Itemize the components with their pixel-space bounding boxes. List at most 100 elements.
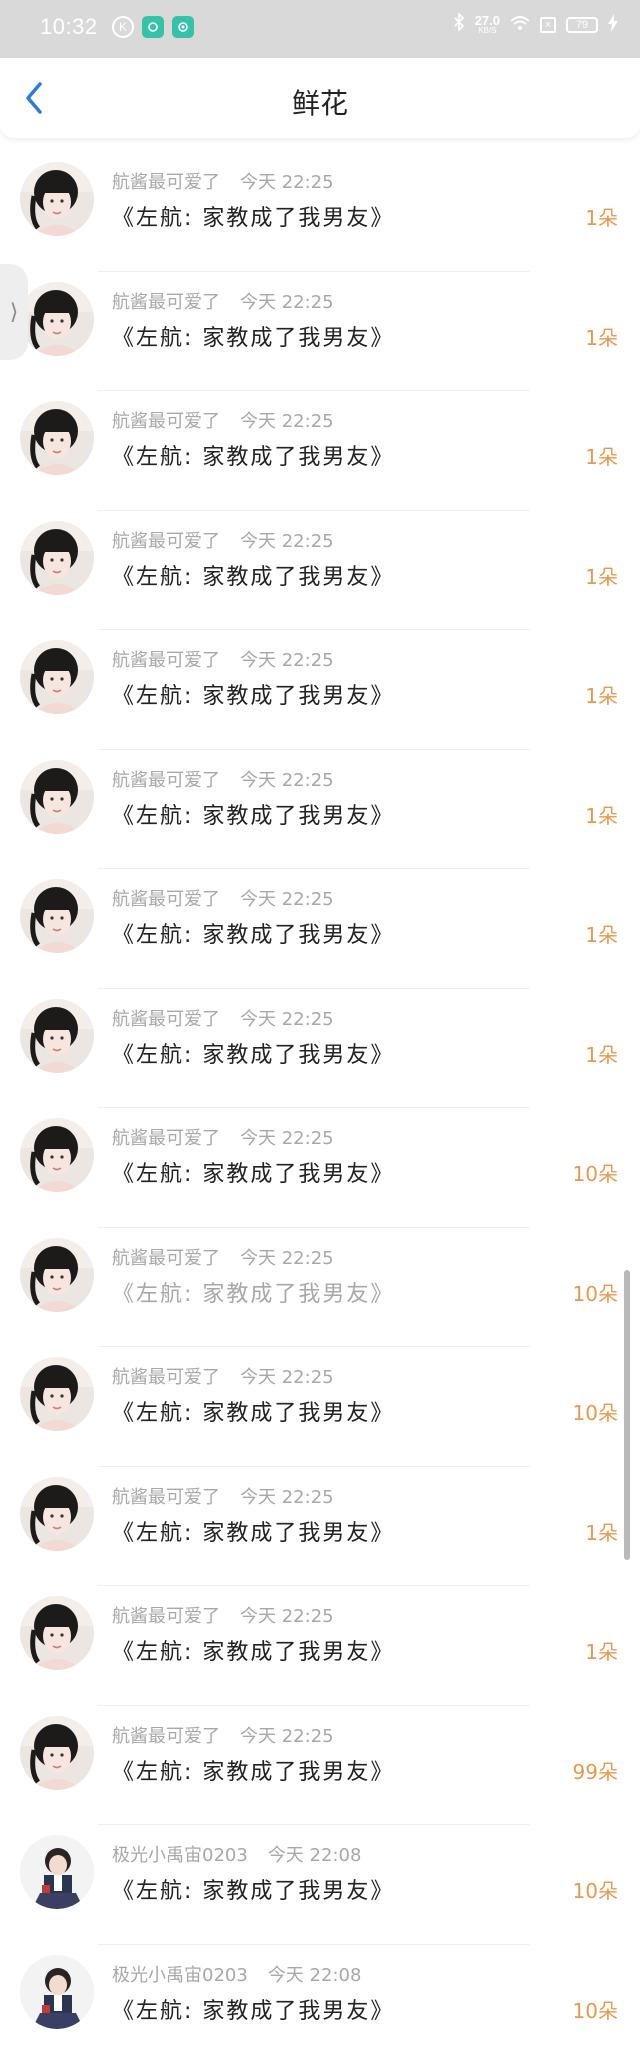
sender-name[interactable]: 航酱最可爱了 <box>112 885 220 911</box>
page-title: 鲜花 <box>0 82 640 122</box>
flower-count: 1朵 <box>585 441 618 470</box>
sender-name[interactable]: 极光小禹宙0203 <box>112 1841 248 1867</box>
timestamp: 今天 22:25 <box>240 1124 334 1150</box>
list-item[interactable]: 极光小禹宙0203今天 22:08《左航: 家教成了我男友》10朵 <box>0 1945 640 2064</box>
avatar[interactable] <box>20 1716 94 1790</box>
timestamp: 今天 22:25 <box>240 1363 334 1389</box>
flower-count: 1朵 <box>585 800 618 829</box>
book-title[interactable]: 《左航: 家教成了我男友》 <box>112 678 394 710</box>
sender-name[interactable]: 航酱最可爱了 <box>112 288 220 314</box>
book-title[interactable]: 《左航: 家教成了我男友》 <box>112 1634 394 1666</box>
book-title[interactable]: 《左航: 家教成了我男友》 <box>112 1276 394 1308</box>
flower-count: 10朵 <box>573 1158 618 1187</box>
book-title[interactable]: 《左航: 家教成了我男友》 <box>112 1993 394 2025</box>
book-title[interactable]: 《左航: 家教成了我男友》 <box>112 1395 394 1427</box>
avatar[interactable] <box>20 282 94 356</box>
sender-name[interactable]: 极光小禹宙0203 <box>112 1961 248 1987</box>
avatar[interactable] <box>20 760 94 834</box>
avatar[interactable] <box>20 999 94 1073</box>
list-item[interactable]: 航酱最可爱了今天 22:25 《左航: 家教成了我男友》 1朵 <box>0 1586 640 1706</box>
book-title[interactable]: 《左航: 家教成了我男友》 <box>112 1754 394 1786</box>
sender-name[interactable]: 航酱最可爱了 <box>112 646 220 672</box>
avatar[interactable] <box>20 401 94 475</box>
camera-icon <box>172 16 194 38</box>
item-meta: 航酱最可爱了今天 22:25 <box>112 168 334 194</box>
side-drawer-handle[interactable]: ⟩ <box>0 264 28 360</box>
timestamp: 今天 22:25 <box>240 407 334 433</box>
timestamp: 今天 22:25 <box>240 1602 334 1628</box>
avatar[interactable] <box>20 1357 94 1431</box>
avatar[interactable] <box>20 162 94 236</box>
item-meta: 航酱最可爱了今天 22:25 <box>112 1244 334 1270</box>
item-meta: 航酱最可爱了今天 22:25 <box>112 1005 334 1031</box>
book-title[interactable]: 《左航: 家教成了我男友》 <box>112 320 394 352</box>
sender-name[interactable]: 航酱最可爱了 <box>112 1722 220 1748</box>
item-meta: 航酱最可爱了今天 22:25 <box>112 1722 334 1748</box>
avatar[interactable] <box>20 1835 94 1909</box>
sender-name[interactable]: 航酱最可爱了 <box>112 1483 220 1509</box>
status-bar: 10:32 K 27.0 KB/S × 79 <box>0 0 640 58</box>
item-meta: 航酱最可爱了今天 22:25 <box>112 885 334 911</box>
item-meta: 航酱最可爱了今天 22:25 <box>112 1124 334 1150</box>
list-item[interactable]: 航酱最可爱了今天 22:25《左航: 家教成了我男友》10朵 <box>0 1347 640 1467</box>
net-speed-unit: KB/S <box>478 27 496 35</box>
avatar[interactable] <box>20 879 94 953</box>
book-title[interactable]: 《左航: 家教成了我男友》 <box>112 559 394 591</box>
avatar[interactable] <box>20 1955 94 2029</box>
avatar[interactable] <box>20 1477 94 1551</box>
book-title[interactable]: 《左航: 家教成了我男友》 <box>112 1037 394 1069</box>
chevron-right-icon: ⟩ <box>10 300 19 325</box>
list-item[interactable]: 航酱最可爱了今天 22:25《左航: 家教成了我男友》1朵 <box>0 1467 640 1587</box>
status-icons-left: K <box>112 16 194 38</box>
bluetooth-icon <box>453 13 465 36</box>
flower-count: 1朵 <box>585 322 618 351</box>
list-item[interactable]: 航酱最可爱了今天 22:25《左航: 家教成了我男友》1朵 <box>0 869 640 989</box>
list-item[interactable]: 航酱最可爱了今天 22:25《左航: 家教成了我男友》1朵 <box>0 989 640 1109</box>
sender-name[interactable]: 航酱最可爱了 <box>112 1005 220 1031</box>
list-item[interactable]: 航酱最可爱了今天 22:25《左航: 家教成了我男友》10朵 <box>0 1228 640 1348</box>
avatar[interactable] <box>20 1118 94 1192</box>
timestamp: 今天 22:25 <box>240 168 334 194</box>
list-item[interactable]: 航酱最可爱了今天 22:25 《左航: 家教成了我男友》 10朵 <box>0 1108 640 1228</box>
flower-count: 1朵 <box>585 1636 618 1665</box>
list-item[interactable]: 航酱最可爱了今天 22:25《左航: 家教成了我男友》1朵 <box>0 272 640 392</box>
list-item[interactable]: 航酱最可爱了今天 22:25《左航: 家教成了我男友》1朵 <box>0 152 640 272</box>
flower-count: 1朵 <box>585 561 618 590</box>
book-title[interactable]: 《左航: 家教成了我男友》 <box>112 1156 394 1188</box>
wifi-icon <box>510 15 530 35</box>
top-bar: 鲜花 <box>0 58 640 138</box>
item-meta: 航酱最可爱了今天 22:25 <box>112 407 334 433</box>
sender-name[interactable]: 航酱最可爱了 <box>112 766 220 792</box>
flower-count: 1朵 <box>585 1517 618 1546</box>
item-meta: 极光小禹宙0203今天 22:08 <box>112 1961 361 1987</box>
sender-name[interactable]: 航酱最可爱了 <box>112 527 220 553</box>
timestamp: 今天 22:08 <box>268 1841 362 1867</box>
sender-name[interactable]: 航酱最可爱了 <box>112 1124 220 1150</box>
avatar[interactable] <box>20 1238 94 1312</box>
flower-count: 1朵 <box>585 680 618 709</box>
book-title[interactable]: 《左航: 家教成了我男友》 <box>112 1873 394 1905</box>
avatar[interactable] <box>20 521 94 595</box>
book-title[interactable]: 《左航: 家教成了我男友》 <box>112 798 394 830</box>
avatar[interactable] <box>20 1596 94 1670</box>
sender-name[interactable]: 航酱最可爱了 <box>112 1363 220 1389</box>
list-item[interactable]: 航酱最可爱了今天 22:25《左航: 家教成了我男友》1朵 <box>0 511 640 631</box>
book-title[interactable]: 《左航: 家教成了我男友》 <box>112 200 394 232</box>
list-item[interactable]: 航酱最可爱了今天 22:25 《左航: 家教成了我男友》 1朵 <box>0 391 640 511</box>
list-item[interactable]: 航酱最可爱了今天 22:25《左航: 家教成了我男友》99朵 <box>0 1706 640 1826</box>
list-item[interactable]: 航酱最可爱了今天 22:25 《左航: 家教成了我男友》 1朵 <box>0 750 640 870</box>
item-meta: 航酱最可爱了今天 22:25 <box>112 646 334 672</box>
sender-name[interactable]: 航酱最可爱了 <box>112 1602 220 1628</box>
list-item[interactable]: 极光小禹宙0203今天 22:08《左航: 家教成了我男友》10朵 <box>0 1825 640 1945</box>
book-title[interactable]: 《左航: 家教成了我男友》 <box>112 439 394 471</box>
sender-name[interactable]: 航酱最可爱了 <box>112 1244 220 1270</box>
avatar[interactable] <box>20 640 94 714</box>
scrollbar[interactable] <box>624 1270 630 1560</box>
sender-name[interactable]: 航酱最可爱了 <box>112 407 220 433</box>
list-item[interactable]: 航酱最可爱了今天 22:25 《左航: 家教成了我男友》 1朵 <box>0 630 640 750</box>
item-meta: 航酱最可爱了今天 22:25 <box>112 766 334 792</box>
book-title[interactable]: 《左航: 家教成了我男友》 <box>112 917 394 949</box>
sender-name[interactable]: 航酱最可爱了 <box>112 168 220 194</box>
book-title[interactable]: 《左航: 家教成了我男友》 <box>112 1515 394 1547</box>
item-meta: 航酱最可爱了今天 22:25 <box>112 1363 334 1389</box>
